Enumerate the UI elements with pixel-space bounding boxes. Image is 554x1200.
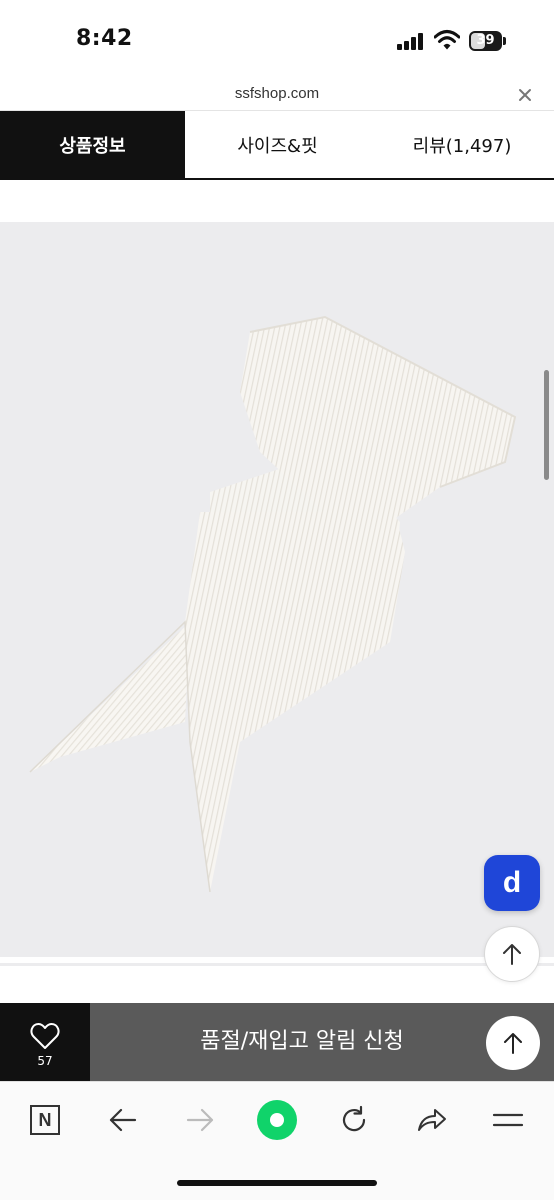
naver-home-button[interactable]: N [25, 1100, 65, 1140]
back-button[interactable] [103, 1100, 143, 1140]
menu-button[interactable] [488, 1100, 528, 1140]
reload-button[interactable] [334, 1100, 374, 1140]
green-dot-button[interactable] [257, 1100, 297, 1140]
share-icon [418, 1109, 446, 1131]
scrollbar[interactable] [544, 370, 549, 480]
wifi-icon [434, 30, 460, 50]
product-image [29, 315, 517, 893]
share-button[interactable] [411, 1100, 451, 1140]
bottom-action-bar: 57 품절/재입고 알림 신청 [0, 1003, 554, 1081]
heart-icon [30, 1023, 60, 1049]
battery-icon: 39 [469, 31, 506, 51]
product-image-area [0, 222, 554, 957]
green-dot-icon [257, 1100, 297, 1140]
status-bar: 8:42 39 [0, 0, 554, 80]
battery-level: 39 [476, 33, 495, 48]
wishlist-button[interactable]: 57 [0, 1003, 90, 1081]
scroll-top-button[interactable] [484, 926, 540, 982]
arrow-up-icon [503, 944, 521, 965]
section-divider [0, 963, 554, 966]
wishlist-count: 57 [37, 1054, 53, 1068]
tab-size-fit[interactable]: 사이즈&핏 [185, 111, 370, 178]
arrow-up-icon [504, 1033, 522, 1054]
forward-arrow-icon [186, 1108, 214, 1132]
reload-icon [342, 1105, 366, 1132]
restock-alert-button[interactable]: 품절/재입고 알림 신청 [90, 1003, 554, 1081]
tab-reviews[interactable]: 리뷰(1,497) [370, 111, 554, 178]
forward-button[interactable] [180, 1100, 220, 1140]
url-text[interactable]: ssfshop.com [0, 85, 554, 102]
action-scroll-top-button[interactable] [486, 1016, 540, 1070]
status-time: 8:42 [76, 26, 133, 51]
back-arrow-icon [109, 1108, 137, 1132]
d-app-button[interactable]: d [484, 855, 540, 911]
tab-product-info[interactable]: 상품정보 [0, 111, 185, 178]
product-tabs: 상품정보 사이즈&핏 리뷰(1,497) [0, 110, 554, 180]
signal-icon [397, 32, 427, 50]
close-icon[interactable] [514, 84, 536, 106]
browser-url-bar[interactable]: ssfshop.com [0, 80, 554, 110]
naver-home-icon: N [30, 1105, 60, 1135]
menu-icon [492, 1113, 524, 1127]
home-indicator [177, 1180, 377, 1186]
